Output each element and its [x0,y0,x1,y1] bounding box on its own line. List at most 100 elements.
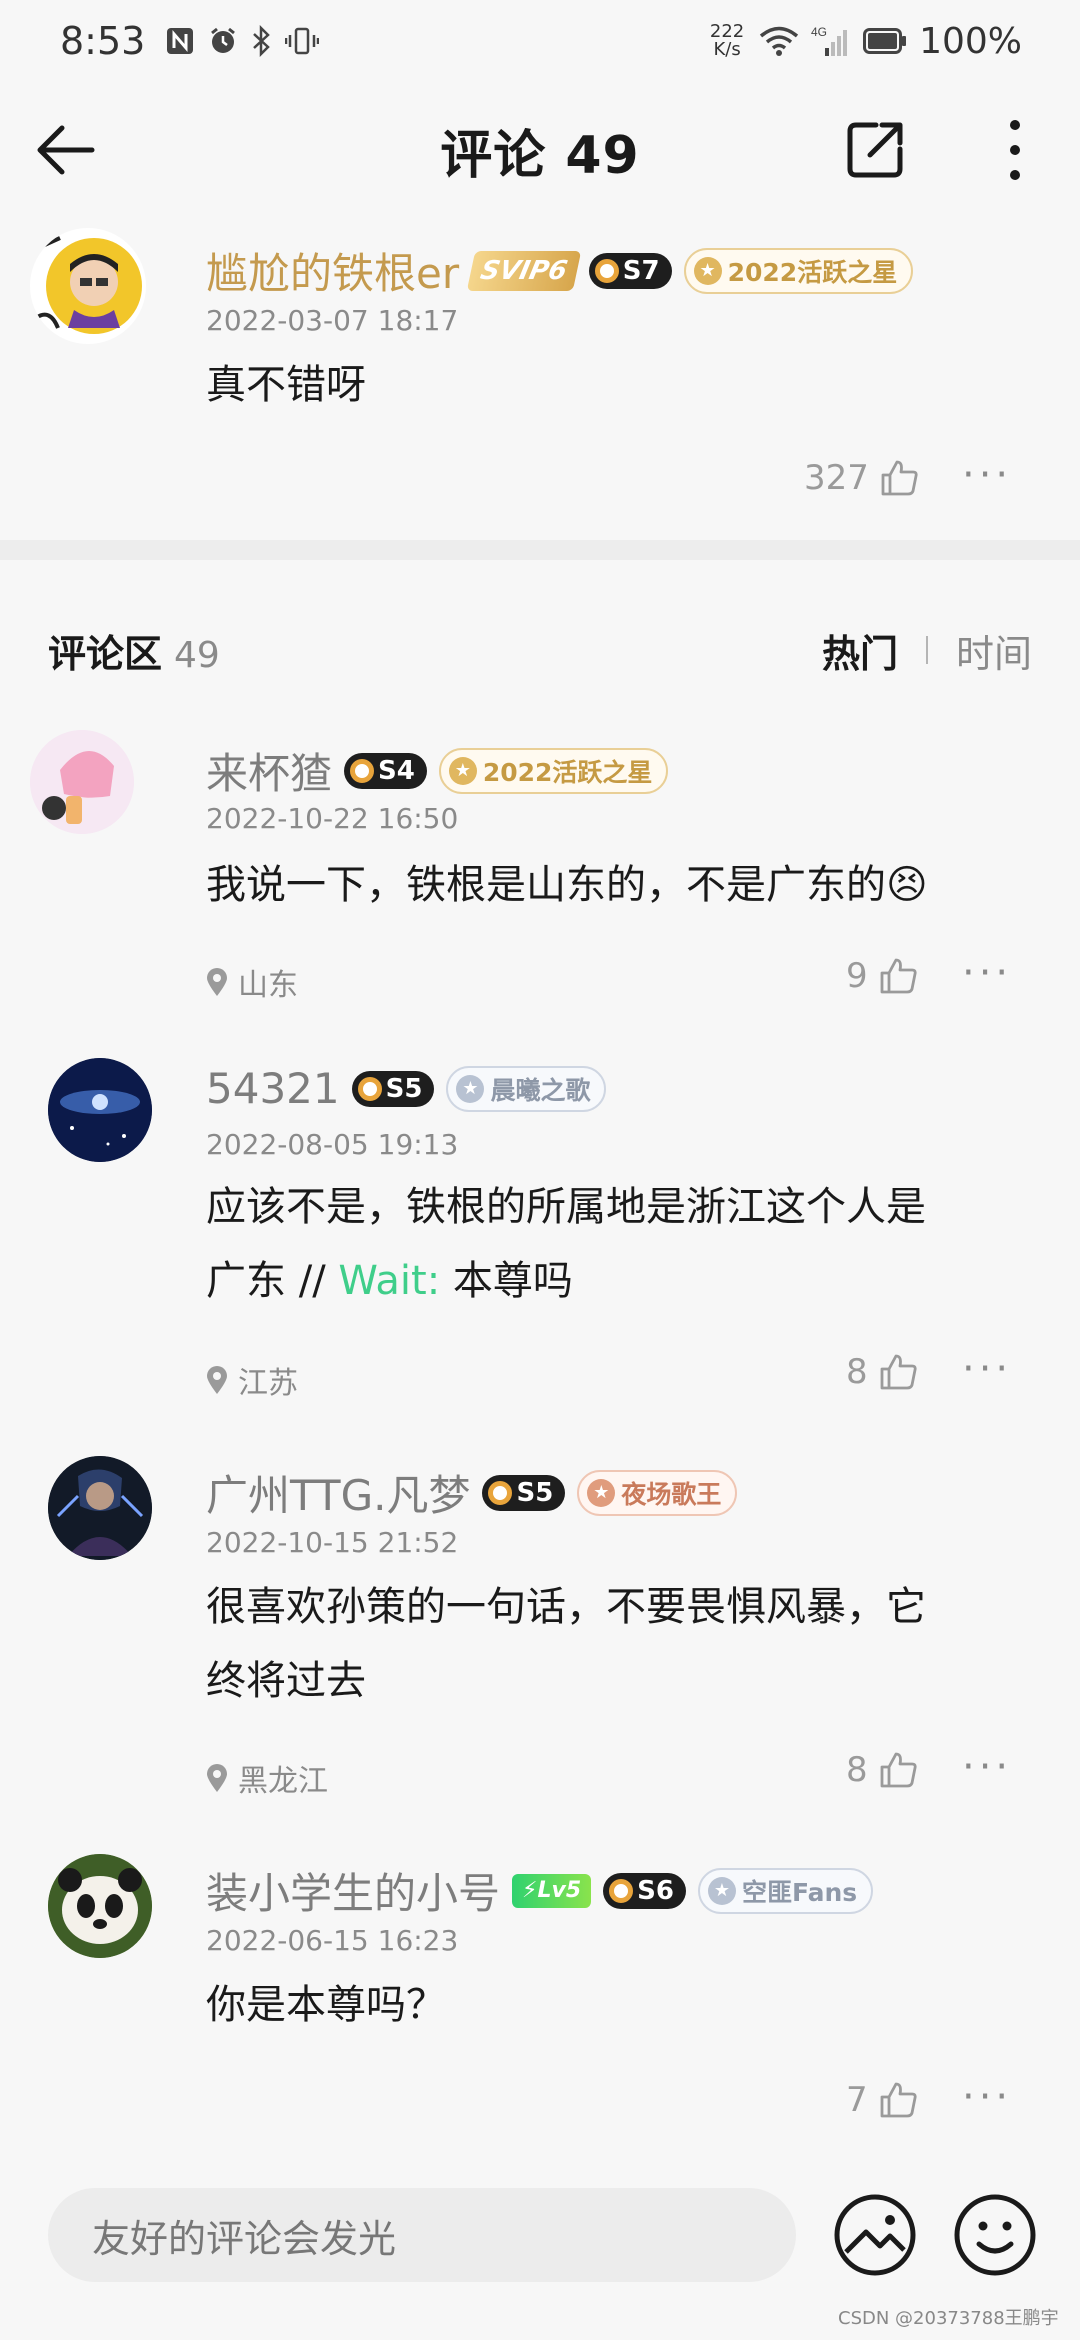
star-icon: ★ [707,1876,736,1905]
section-title-group: 评论区 49 [48,623,220,678]
share-icon [847,122,903,178]
location-text: 山东 [238,968,298,1003]
avatar[interactable] [48,1854,152,1958]
thumbs-up-icon [880,2082,917,2118]
comment-text-line: 很喜欢孙策的一句话，不要畏惧风暴，它 [206,1584,926,1630]
like-button[interactable]: 8 [846,1352,918,1392]
back-button[interactable] [34,120,98,180]
title-bar: 评论 49 [0,95,1080,205]
emoji-button[interactable] [952,2192,1038,2278]
image-button[interactable] [832,2192,918,2278]
reply-username[interactable]: Wait: [338,1258,440,1304]
comment-more-button[interactable]: ··· [962,1346,1012,1392]
like-count: 8 [846,1750,868,1790]
like-count: 7 [846,2080,868,2120]
comment-location: 山东 [206,960,298,1004]
avatar[interactable] [48,1456,152,1560]
main-comment-date: 2022-03-07 18:17 [206,304,459,337]
main-comment-username[interactable]: 尴尬的铁根er [206,240,459,301]
avatar-image [48,1854,152,1958]
comment-username[interactable]: 来杯猹 [206,740,332,801]
avatar-image [48,1456,152,1560]
comment-text: 我说一下，铁根是山东的，不是广东的😣 [206,862,928,908]
level-dot-icon [594,258,619,283]
arrow-left-icon [37,125,95,175]
comment-text-line: 广东 // Wait: 本尊吗 [206,1244,1046,1318]
comment-date: 2022-06-15 16:23 [206,1924,459,1957]
battery-percent: 100% [919,20,1022,62]
image-icon [834,2194,916,2276]
comment-location: 黑龙江 [206,1756,328,1800]
title-badge[interactable]: ★ 夜场歌王 [577,1469,738,1516]
level-dot-icon [350,758,375,783]
page-title: 评论 49 [440,125,640,186]
title-badge-text: 2022活跃之星 [482,757,653,787]
avatar[interactable] [48,1058,152,1162]
like-button[interactable]: 8 [846,1750,918,1790]
wifi-icon [759,25,799,57]
comment-username[interactable]: 54321 [206,1064,340,1113]
share-button[interactable] [840,115,910,185]
status-bar: 8:53 222 K/s 4G 100% [0,0,1080,82]
location-text: 江苏 [238,1366,298,1401]
title-badge[interactable]: ★ 2022活跃之星 [438,747,669,794]
comment-date: 2022-10-15 21:52 [206,1526,459,1559]
avatar-image [30,730,134,834]
like-count: 327 [804,458,869,498]
battery-icon [863,28,907,54]
comment-more-button[interactable]: ··· [962,452,1012,498]
title-badge[interactable]: ★ 2022活跃之星 [683,247,914,294]
status-time: 8:53 [60,19,146,63]
comment-date: 2022-10-22 16:50 [206,802,459,835]
sort-time-tab[interactable]: 时间 [956,623,1032,678]
cellular-signal-icon: 4G [811,24,851,58]
title-badge[interactable]: ★ 空匪Fans [697,1867,874,1914]
comment-text-line: 应该不是，铁根的所属地是浙江这个人是 [206,1184,926,1230]
nfc-icon [165,26,195,56]
comment-username[interactable]: 装小学生的小号 [206,1860,500,1921]
comment-more-button[interactable]: ··· [962,1744,1012,1790]
comment-name-row: 54321 S5 ★ 晨曦之歌 [206,1064,607,1113]
like-button[interactable]: 7 [846,2080,918,2120]
title-badge[interactable]: ★ 晨曦之歌 [446,1065,607,1112]
emoji-icon [954,2194,1036,2276]
avatar[interactable] [30,730,134,834]
comment-date: 2022-08-05 19:13 [206,1128,459,1161]
title-badge-text: 空匪Fans [741,1877,858,1907]
sort-hot-tab[interactable]: 热门 [822,623,898,678]
comment-more-button[interactable]: ··· [962,2074,1012,2120]
comment-input[interactable]: 友好的评论会发光 [48,2188,796,2282]
comment-name-row: 来杯猹 S4 ★ 2022活跃之星 [206,740,669,801]
level-badge: S7 [588,252,672,289]
more-options-button[interactable] [995,115,1035,185]
like-button[interactable]: 9 [846,956,918,996]
like-button[interactable]: 327 [804,458,919,498]
thumbs-up-icon [880,958,917,994]
net-speed-unit: K/s [713,39,741,60]
avatar[interactable] [30,228,146,344]
comment-text-part: 本尊吗 [440,1258,573,1304]
level-badge-text: S5 [385,1073,423,1104]
comment-username[interactable]: 广州TTG.凡梦 [206,1462,470,1523]
level-badge-text: S7 [622,255,660,286]
comment-text: 你是本尊吗？ [206,1982,446,2028]
comment-more-button[interactable]: ··· [962,950,1012,996]
status-right: 222 K/s 4G 100% [707,21,1022,62]
bluetooth-icon [251,25,273,57]
svip-badge: SVIP6 [466,250,582,291]
thumbs-up-icon [880,1752,917,1788]
level-badge: S4 [344,752,427,789]
thumbs-up-icon [880,1354,917,1390]
level-dot-icon [488,1480,513,1505]
avatar-image [34,236,142,334]
sort-separator [925,636,928,664]
title-badge-text: 夜场歌王 [621,1479,722,1509]
comment-input-bar: 友好的评论会发光 [0,2188,1080,2284]
net-speed: 222 K/s [707,23,747,59]
comment-section-header: 评论区 49 热门 时间 [48,620,1032,680]
comment-text: 很喜欢孙策的一句话，不要畏惧风暴，它 终将过去 [206,1570,1046,1718]
location-text: 黑龙江 [238,1764,328,1799]
comment-text-line: 终将过去 [206,1658,366,1704]
comment-name-row: 广州TTG.凡梦 S5 ★ 夜场歌王 [206,1462,738,1523]
level-badge-text: S6 [637,1875,674,1906]
